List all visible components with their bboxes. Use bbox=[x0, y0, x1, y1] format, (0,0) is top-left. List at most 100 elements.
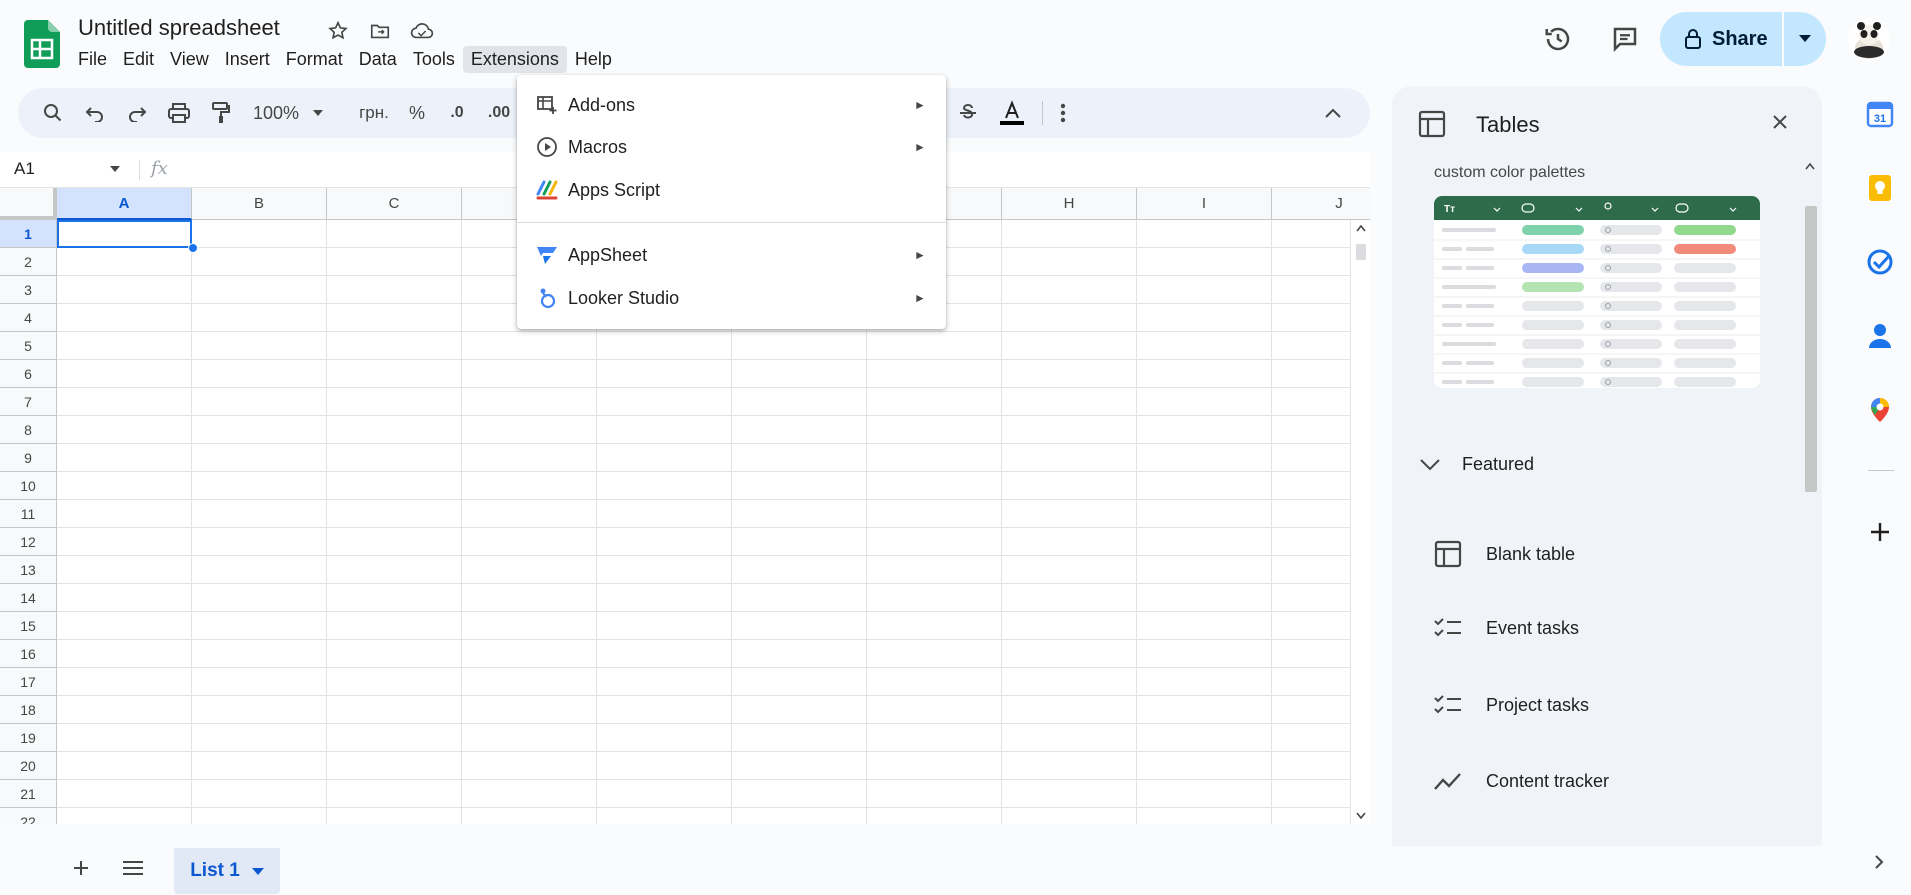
row-header-21[interactable]: 21 bbox=[0, 780, 57, 808]
selected-cell[interactable] bbox=[57, 220, 192, 248]
name-box[interactable]: A1 bbox=[14, 159, 35, 179]
column-header-c[interactable]: C bbox=[327, 188, 462, 220]
chevron-down-icon bbox=[1420, 458, 1440, 470]
comments-icon[interactable] bbox=[1610, 24, 1640, 54]
increase-decimal-button[interactable]: .00 bbox=[484, 98, 514, 128]
vertical-scrollbar[interactable] bbox=[1350, 220, 1370, 824]
template-event-tasks[interactable]: Event tasks bbox=[1434, 617, 1579, 639]
add-sheet-button[interactable] bbox=[66, 848, 96, 888]
print-icon bbox=[168, 103, 190, 123]
paint-format-button[interactable] bbox=[206, 98, 236, 128]
row-header-15[interactable]: 15 bbox=[0, 612, 57, 640]
keep-icon[interactable] bbox=[1866, 174, 1894, 202]
format-percent-button[interactable]: % bbox=[402, 98, 432, 128]
strikethrough-button[interactable] bbox=[953, 98, 983, 128]
cloud-saved-icon[interactable] bbox=[409, 18, 435, 44]
row-header-5[interactable]: 5 bbox=[0, 332, 57, 360]
close-icon[interactable] bbox=[1772, 114, 1788, 130]
row-header-2[interactable]: 2 bbox=[0, 248, 57, 276]
featured-section-toggle[interactable]: Featured bbox=[1420, 454, 1534, 475]
undo-button[interactable] bbox=[80, 98, 110, 128]
menu-item-macros[interactable]: Macros ► bbox=[517, 126, 946, 168]
tasks-icon[interactable] bbox=[1866, 248, 1894, 276]
share-button[interactable]: Share bbox=[1660, 12, 1782, 66]
row-header-7[interactable]: 7 bbox=[0, 388, 57, 416]
row-header-8[interactable]: 8 bbox=[0, 416, 57, 444]
all-sheets-button[interactable] bbox=[118, 848, 148, 888]
row-header-16[interactable]: 16 bbox=[0, 640, 57, 668]
menu-item-looker-studio[interactable]: Looker Studio ► bbox=[517, 277, 946, 319]
caret-down-icon[interactable] bbox=[251, 867, 264, 875]
row-header-12[interactable]: 12 bbox=[0, 528, 57, 556]
menu-item-apps-script[interactable]: Apps Script bbox=[517, 169, 946, 211]
scroll-up-icon[interactable] bbox=[1356, 224, 1366, 232]
menu-tools[interactable]: Tools bbox=[405, 46, 463, 73]
row-header-3[interactable]: 3 bbox=[0, 276, 57, 304]
panel-scrollbar[interactable] bbox=[1802, 162, 1818, 846]
scroll-down-icon[interactable] bbox=[1356, 812, 1366, 820]
chevron-right-icon[interactable] bbox=[1874, 854, 1884, 870]
format-currency-button[interactable]: грн. bbox=[354, 98, 394, 128]
row-header-14[interactable]: 14 bbox=[0, 584, 57, 612]
menu-edit[interactable]: Edit bbox=[115, 46, 162, 73]
contacts-icon[interactable] bbox=[1866, 322, 1894, 350]
column-header-b[interactable]: B bbox=[192, 188, 327, 220]
row-header-13[interactable]: 13 bbox=[0, 556, 57, 584]
decrease-decimal-button[interactable]: .0 bbox=[442, 98, 472, 128]
calendar-icon[interactable]: 31 bbox=[1866, 100, 1894, 128]
template-project-tasks[interactable]: Project tasks bbox=[1434, 694, 1589, 716]
avatar[interactable] bbox=[1848, 18, 1890, 60]
column-header-h[interactable]: H bbox=[1002, 188, 1137, 220]
move-folder-icon[interactable] bbox=[367, 18, 393, 44]
menu-help[interactable]: Help bbox=[567, 46, 620, 73]
menu-data[interactable]: Data bbox=[351, 46, 405, 73]
print-button[interactable] bbox=[164, 98, 194, 128]
search-menus-button[interactable] bbox=[38, 98, 68, 128]
row-header-10[interactable]: 10 bbox=[0, 472, 57, 500]
doc-title[interactable]: Untitled spreadsheet bbox=[78, 15, 280, 41]
select-all-corner[interactable] bbox=[0, 188, 57, 220]
share-dropdown-button[interactable] bbox=[1784, 12, 1826, 66]
maps-icon[interactable] bbox=[1866, 396, 1894, 424]
panel-scroll-thumb[interactable] bbox=[1805, 206, 1817, 492]
row-header-17[interactable]: 17 bbox=[0, 668, 57, 696]
template-content-tracker[interactable]: Content tracker bbox=[1434, 771, 1609, 792]
caret-down-icon[interactable] bbox=[110, 166, 120, 172]
row-header-4[interactable]: 4 bbox=[0, 304, 57, 332]
menu-view[interactable]: View bbox=[162, 46, 217, 73]
plus-icon[interactable] bbox=[1866, 518, 1894, 546]
template-blank-table[interactable]: Blank table bbox=[1434, 540, 1575, 568]
collapse-toolbar-button[interactable] bbox=[1318, 98, 1348, 128]
sheet-tab-list-1[interactable]: List 1 bbox=[174, 848, 280, 894]
row-header-9[interactable]: 9 bbox=[0, 444, 57, 472]
row-header-19[interactable]: 19 bbox=[0, 724, 57, 752]
paint-roller-icon bbox=[212, 102, 230, 123]
menu-file[interactable]: File bbox=[70, 46, 115, 73]
menu-item-add-ons[interactable]: Add-ons ► bbox=[517, 84, 946, 126]
menu-extensions[interactable]: Extensions bbox=[462, 46, 567, 73]
star-icon[interactable] bbox=[325, 18, 351, 44]
row-header-11[interactable]: 11 bbox=[0, 500, 57, 528]
menu-insert[interactable]: Insert bbox=[217, 46, 278, 73]
redo-button[interactable] bbox=[122, 98, 152, 128]
version-history-icon[interactable] bbox=[1543, 24, 1573, 54]
template-preview-image[interactable]: Tт bbox=[1434, 196, 1760, 388]
zoom-select[interactable]: 100% bbox=[253, 98, 323, 128]
scroll-up-icon[interactable] bbox=[1805, 162, 1815, 170]
column-header-j[interactable]: J bbox=[1272, 188, 1370, 220]
menu-format[interactable]: Format bbox=[278, 46, 351, 73]
more-options-button[interactable] bbox=[1048, 98, 1078, 128]
fill-handle[interactable] bbox=[188, 243, 198, 253]
row-header-22[interactable]: 22 bbox=[0, 808, 57, 824]
row-header-1[interactable]: 1 bbox=[0, 220, 57, 248]
row-header-18[interactable]: 18 bbox=[0, 696, 57, 724]
caret-down-icon bbox=[1799, 35, 1811, 42]
column-header-a[interactable]: A bbox=[57, 188, 192, 220]
column-header-i[interactable]: I bbox=[1137, 188, 1272, 220]
row-header-20[interactable]: 20 bbox=[0, 752, 57, 780]
sheets-logo-icon[interactable] bbox=[24, 20, 60, 68]
row-header-6[interactable]: 6 bbox=[0, 360, 57, 388]
text-color-button[interactable] bbox=[996, 98, 1028, 128]
menu-item-appsheet[interactable]: AppSheet ► bbox=[517, 234, 946, 276]
vertical-scroll-thumb[interactable] bbox=[1356, 244, 1366, 260]
